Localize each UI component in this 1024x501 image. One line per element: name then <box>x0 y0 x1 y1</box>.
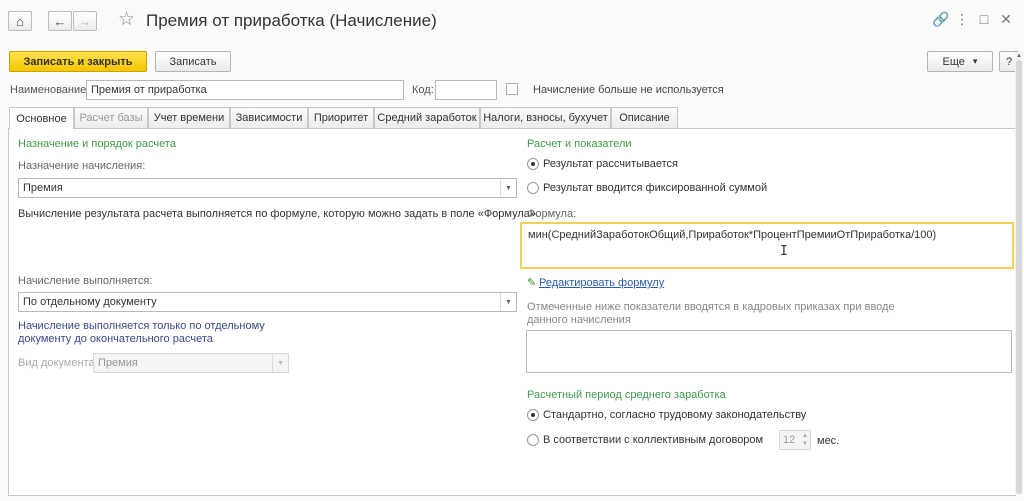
tab-taxes[interactable]: Налоги, взносы, бухучет <box>480 107 611 128</box>
code-label: Код: <box>412 84 434 96</box>
scrollbar-thumb[interactable] <box>1016 60 1022 494</box>
forward-button[interactable]: → <box>73 11 97 31</box>
indicators-note-line1: Отмеченные ниже показатели вводятся в ка… <box>527 301 895 313</box>
period-section-title: Расчетный период среднего заработка <box>527 389 726 401</box>
doc-type-value: Премия <box>98 357 138 369</box>
indicators-list[interactable] <box>526 330 1012 373</box>
pencil-icon: ✎ <box>527 277 537 289</box>
tab-description[interactable]: Описание <box>611 107 678 128</box>
arrow-right-icon: → <box>78 13 92 29</box>
scroll-up-icon[interactable]: ▲ <box>1015 52 1023 60</box>
indicators-note-line2: данного начисления <box>527 314 631 326</box>
purpose-label: Назначение начисления: <box>18 160 146 172</box>
purpose-section-title: Назначение и порядок расчета <box>18 138 176 150</box>
text-cursor-icon: I <box>780 244 788 259</box>
dropdown-arrow-icon[interactable]: ▼ <box>500 293 516 311</box>
radio-calculated[interactable] <box>527 158 539 170</box>
more-vert-icon[interactable]: ⋮ <box>954 11 970 27</box>
performed-select[interactable]: По отдельному документу ▼ <box>18 292 517 312</box>
radio-collective-label: В соответствии с коллективным договором <box>543 434 764 446</box>
calc-section-title: Расчет и показатели <box>527 138 632 150</box>
stepper-arrows-icon[interactable]: ▲ ▼ <box>802 432 808 448</box>
inactive-checkbox[interactable] <box>506 83 518 95</box>
radio-standard[interactable] <box>527 409 539 421</box>
dropdown-arrow-icon[interactable]: ▼ <box>272 354 288 372</box>
doc-type-select[interactable]: Премия ▼ <box>93 353 289 373</box>
chevron-down-icon: ▾ <box>972 56 978 66</box>
radio-fixed[interactable] <box>527 182 539 194</box>
inactive-label: Начисление больше не используется <box>533 84 724 96</box>
name-input[interactable]: Премия от приработка <box>86 80 404 100</box>
tab-base-calc[interactable]: Расчет базы <box>74 107 148 128</box>
tab-dependencies[interactable]: Зависимости <box>230 107 308 128</box>
formula-label: Формула: <box>527 208 577 220</box>
performed-note-line2: документу до окончательного расчета <box>18 333 213 345</box>
tab-main[interactable]: Основное <box>9 107 74 129</box>
home-button[interactable]: ⌂ <box>8 11 32 31</box>
months-unit: мес. <box>817 435 840 447</box>
maximize-icon[interactable]: □ <box>976 11 992 27</box>
radio-calculated-label: Результат рассчитывается <box>543 158 678 170</box>
link-icon[interactable]: 🔗 <box>932 11 949 27</box>
more-button[interactable]: Еще ▾ <box>927 51 993 72</box>
home-icon: ⌂ <box>16 13 24 29</box>
dropdown-arrow-icon[interactable]: ▼ <box>500 179 516 197</box>
back-button[interactable]: ← <box>48 11 72 31</box>
formula-note: Вычисление результата расчета выполняетс… <box>18 208 540 220</box>
doc-type-label: Вид документа: <box>18 357 98 369</box>
radio-standard-label: Стандартно, согласно трудовому законодат… <box>543 409 807 421</box>
performed-value: По отдельному документу <box>23 296 157 308</box>
name-label: Наименование: <box>10 84 90 96</box>
months-value: 12 <box>783 434 796 446</box>
arrow-left-icon: ← <box>53 13 67 29</box>
formula-input[interactable]: мин(СреднийЗаработокОбщий,Приработок*Про… <box>520 222 1014 269</box>
performed-label: Начисление выполняется: <box>18 275 153 287</box>
purpose-value: Премия <box>23 182 63 194</box>
radio-fixed-label: Результат вводится фиксированной суммой <box>543 182 768 194</box>
tab-priority[interactable]: Приоритет <box>308 107 374 128</box>
close-icon[interactable]: ✕ <box>998 11 1014 27</box>
tab-time-tracking[interactable]: Учет времени <box>148 107 230 128</box>
star-icon[interactable]: ☆ <box>118 9 135 31</box>
performed-note-line1: Начисление выполняется только по отдельн… <box>18 320 265 332</box>
radio-collective[interactable] <box>527 434 539 446</box>
page-title: Премия от приработка (Начисление) <box>146 11 437 30</box>
tab-average-earnings[interactable]: Средний заработок <box>374 107 480 128</box>
purpose-select[interactable]: Премия ▼ <box>18 178 517 198</box>
edit-formula-link[interactable]: Редактировать формулу <box>539 276 664 290</box>
more-label: Еще <box>942 55 965 68</box>
months-stepper[interactable]: 12 ▲ ▼ <box>779 430 811 450</box>
save-button[interactable]: Записать <box>155 51 231 72</box>
save-and-close-button[interactable]: Записать и закрыть <box>9 51 147 72</box>
code-input[interactable] <box>435 80 497 100</box>
